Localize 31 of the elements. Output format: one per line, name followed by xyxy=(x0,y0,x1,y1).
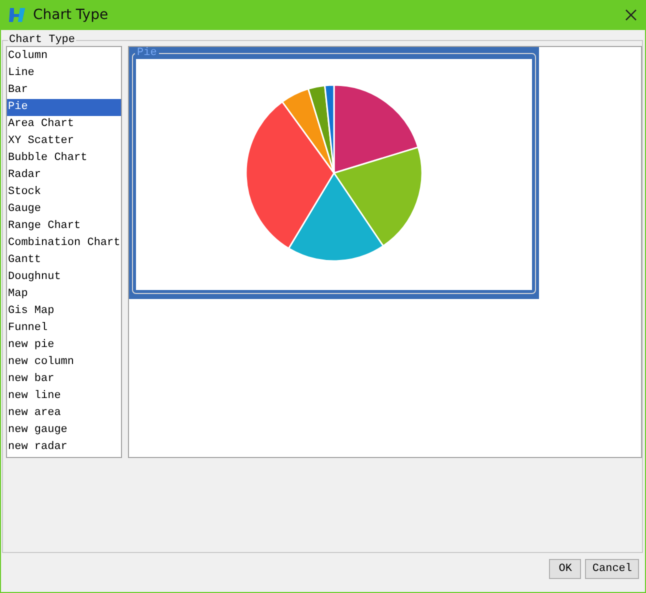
preview-title: Pie xyxy=(136,47,158,59)
chart-type-item[interactable]: Pie xyxy=(7,99,121,116)
window-title: Chart Type xyxy=(33,7,110,23)
chart-type-item[interactable]: Stock xyxy=(7,184,121,201)
chart-type-item[interactable]: Map xyxy=(7,286,121,303)
chart-type-item[interactable]: Gantt xyxy=(7,252,121,269)
chart-type-item[interactable]: Combination Chart xyxy=(7,235,121,252)
chart-type-item[interactable]: Range Chart xyxy=(7,218,121,235)
chart-type-item[interactable]: new pie xyxy=(7,337,121,354)
chart-type-item[interactable]: Gis Map xyxy=(7,303,121,320)
cancel-button[interactable]: Cancel xyxy=(585,559,639,579)
chart-type-item[interactable]: Area Chart xyxy=(7,116,121,133)
chart-type-item[interactable]: new column xyxy=(7,354,121,371)
close-icon[interactable] xyxy=(625,9,637,21)
chart-type-item[interactable]: Bar xyxy=(7,82,121,99)
chart-type-item[interactable]: new bar xyxy=(7,371,121,388)
chart-type-item[interactable]: new line xyxy=(7,388,121,405)
chart-type-item[interactable]: Column xyxy=(7,48,121,65)
chart-type-item[interactable]: Doughnut xyxy=(7,269,121,286)
app-logo-icon xyxy=(9,6,27,24)
chart-type-item[interactable]: Funnel xyxy=(7,320,121,337)
chart-type-item[interactable]: new radar xyxy=(7,439,121,456)
chart-type-item[interactable]: new area xyxy=(7,405,121,422)
chart-type-item[interactable]: new gauge xyxy=(7,422,121,439)
chart-type-item[interactable]: Bubble Chart xyxy=(7,150,121,167)
chart-type-item[interactable]: Radar xyxy=(7,167,121,184)
ok-button[interactable]: OK xyxy=(549,559,582,579)
chart-type-item[interactable]: Gauge xyxy=(7,201,121,218)
chart-type-item[interactable]: XY Scatter xyxy=(7,133,121,150)
group-label: Chart Type xyxy=(8,34,76,46)
chart-type-item[interactable]: Line xyxy=(7,65,121,82)
